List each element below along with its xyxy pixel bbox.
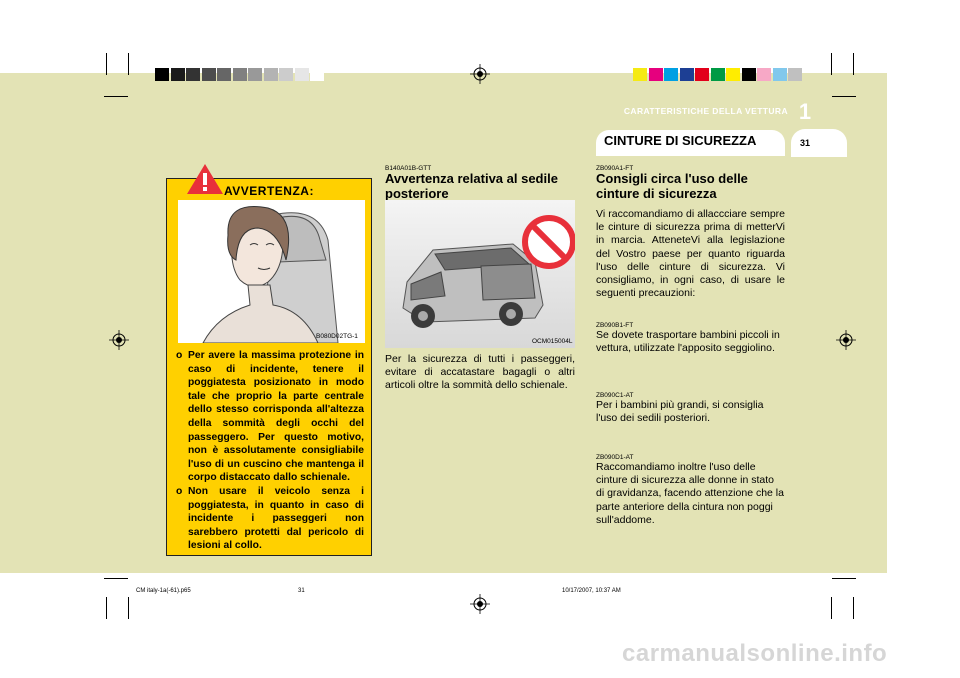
warning-triangle-icon (187, 164, 223, 194)
grayscale-swatch (310, 68, 324, 81)
section-heading: Avvertenza relativa al sedile posteriore (385, 171, 558, 201)
grayscale-swatch (170, 68, 185, 81)
color-swatch (664, 68, 678, 81)
crop-mark (832, 96, 856, 97)
crop-mark (106, 597, 107, 619)
crop-mark (853, 53, 854, 75)
grayscale-swatch (248, 68, 262, 81)
chapter-number: 1 (798, 99, 812, 124)
registration-mark (109, 330, 129, 350)
grayscale-swatch (232, 68, 247, 81)
section-tab-title: CINTURE DI SICUREZZA (604, 133, 757, 148)
section-body: Se dovete trasportare bambini piccoli in… (596, 329, 780, 355)
color-swatch (757, 68, 771, 81)
crop-mark (104, 96, 128, 97)
headrest-illustration (178, 200, 365, 343)
crop-mark (128, 597, 129, 619)
color-swatch (788, 68, 802, 81)
color-swatch (726, 68, 740, 81)
crop-mark (106, 53, 107, 75)
page-number: 31 (799, 138, 810, 148)
grayscale-swatch (217, 68, 231, 81)
color-swatch (695, 68, 709, 81)
warning-list: o Per avere la massima protezione in cas… (176, 349, 364, 553)
color-swatch (633, 68, 647, 81)
registration-mark (470, 594, 490, 614)
registration-mark (470, 64, 490, 84)
section-body: Raccomandiamo inoltre l'uso delle cintur… (596, 461, 784, 526)
section-label: CARATTERISTICHE DELLA VETTURA (623, 106, 788, 116)
grayscale-swatch (155, 68, 169, 81)
car-image-code: OCM015004L (532, 338, 573, 345)
color-swatch (710, 68, 725, 81)
grayscale-swatch (279, 68, 293, 81)
color-swatch (648, 68, 663, 81)
grayscale-swatch (294, 68, 309, 81)
crop-mark (832, 578, 856, 579)
color-swatch (741, 68, 756, 81)
section-heading: Consigli circa l'uso delle cinture di si… (596, 171, 748, 201)
warning-item: o Non usare il veicolo senza i poggiates… (176, 485, 364, 553)
crop-mark (128, 53, 129, 75)
warning-item-text: Non usare il veicolo senza i poggiatesta… (188, 485, 364, 552)
section-code: ZB090D1-AT (596, 454, 634, 461)
registration-mark (836, 330, 856, 350)
section-body: Per la sicurezza di tutti i passeggeri, … (385, 353, 575, 392)
footer-timestamp: 10/17/2007, 10:37 AM (562, 588, 621, 594)
crop-mark (831, 53, 832, 75)
crop-mark (104, 578, 128, 579)
grayscale-swatch (201, 68, 216, 81)
car-illustration (385, 200, 576, 348)
crop-mark (831, 597, 832, 619)
section-code: ZB090B1-FT (596, 322, 634, 329)
warning-item-text: Per avere la massima protezione in caso … (188, 350, 364, 484)
warning-image-code: B080D02TG-1 (316, 333, 358, 340)
color-swatch (679, 68, 694, 81)
footer-page: 31 (298, 588, 305, 594)
section-body: Per i bambini più grandi, si consiglia l… (596, 399, 764, 425)
color-swatch (772, 68, 787, 81)
grayscale-swatch (186, 68, 200, 81)
watermark: carmanualsonline.info (622, 640, 888, 667)
section-code: ZB090C1-AT (596, 392, 634, 399)
bullet: o (176, 350, 183, 361)
warning-title: AVVERTENZA: (224, 184, 314, 198)
grayscale-swatch (263, 68, 278, 81)
section-body: Vi raccomandiamo di allaccciare sempre l… (596, 208, 785, 300)
bullet: o (176, 485, 183, 497)
crop-mark (853, 597, 854, 619)
warning-item: o Per avere la massima protezione in cas… (176, 349, 364, 485)
footer-filename: CM italy-1a(-61).p65 (136, 588, 191, 594)
